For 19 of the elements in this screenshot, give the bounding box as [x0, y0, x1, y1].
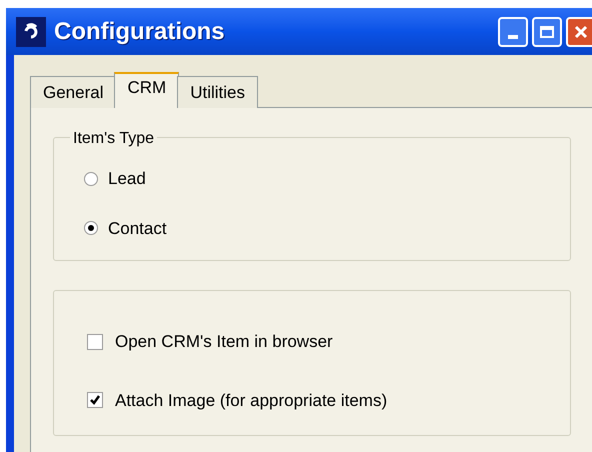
maximize-icon: [540, 26, 554, 38]
radio-label: Contact: [108, 218, 167, 240]
close-icon: [574, 24, 588, 38]
app-logo-icon: [16, 16, 46, 46]
tab[interactable]: CRM: [114, 72, 180, 108]
radio-button[interactable]: [84, 172, 98, 186]
checkbox-label: Attach Image (for appropriate items): [115, 390, 388, 412]
window-title: Configurations: [54, 16, 225, 46]
checkbox-label: Open CRM's Item in browser: [115, 331, 333, 353]
minimize-button[interactable]: [498, 16, 528, 46]
radio-button[interactable]: [84, 221, 98, 236]
radio-label: Lead: [108, 168, 146, 190]
checkbox[interactable]: [87, 334, 103, 350]
minimize-icon: [508, 34, 518, 38]
checkbox[interactable]: [87, 392, 103, 408]
tab[interactable]: General: [30, 76, 116, 108]
maximize-button[interactable]: [532, 16, 562, 46]
close-button[interactable]: [566, 16, 592, 46]
tab[interactable]: Utilities: [177, 76, 258, 108]
